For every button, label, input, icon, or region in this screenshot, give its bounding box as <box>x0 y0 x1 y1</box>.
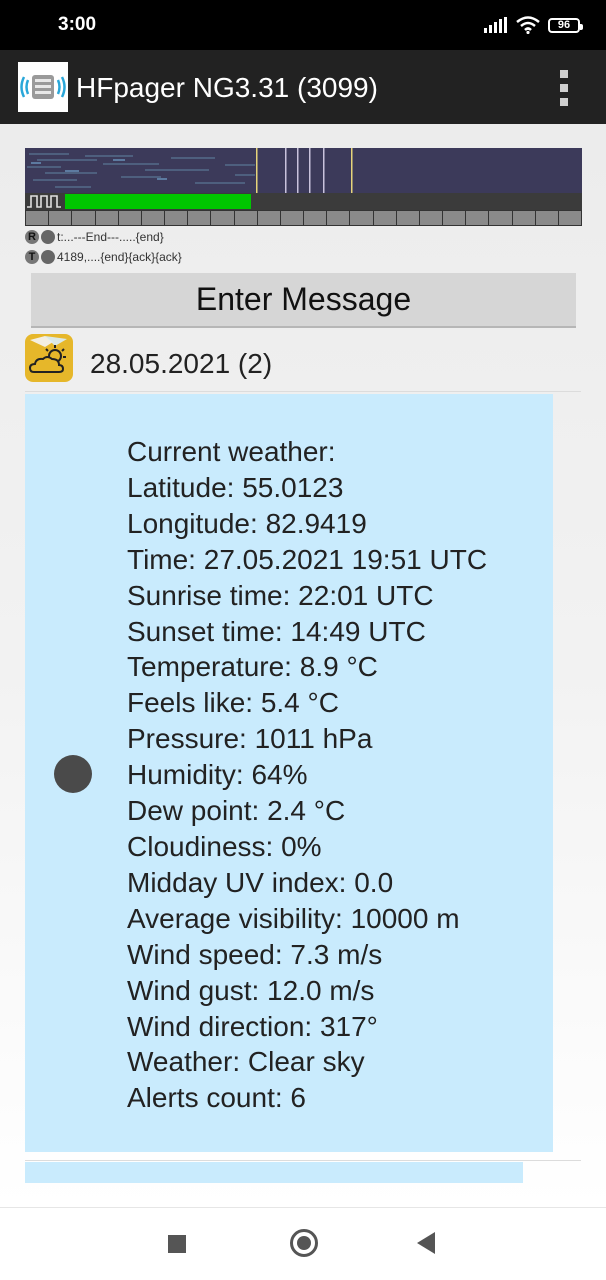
weather-line: Dew point: 2.4 °C <box>127 795 346 827</box>
enter-message-button[interactable]: Enter Message <box>31 273 576 328</box>
weather-line: Pressure: 1011 hPa <box>127 723 373 755</box>
navigation-bar <box>0 1207 606 1280</box>
weather-line: Alerts count: 6 <box>127 1082 306 1114</box>
recents-square-icon[interactable] <box>168 1235 186 1253</box>
message-status-dot <box>54 755 92 793</box>
back-triangle-icon[interactable] <box>417 1232 435 1254</box>
weather-line: Feels like: 5.4 °C <box>127 687 339 719</box>
waterfall-display <box>25 148 582 193</box>
weather-line: Average visibility: 10000 m <box>127 902 460 934</box>
status-icons: 96 <box>484 14 583 36</box>
home-circle-icon[interactable] <box>290 1229 318 1257</box>
rx-status-dot <box>41 230 55 244</box>
weather-line: Wind direction: 317° <box>127 1010 378 1042</box>
rx-log-line: R t:...---End---.....{end} <box>25 228 164 246</box>
status-bar: 3:00 96 <box>0 0 606 50</box>
rx-text: t:...---End---.....{end} <box>57 230 164 244</box>
weather-line: Wind speed: 7.3 m/s <box>127 938 383 970</box>
message-date: 28.05.2021 (2) <box>90 348 273 379</box>
weather-line: Cloudiness: 0% <box>127 830 322 862</box>
timeslot-scale <box>25 210 582 226</box>
app-title: HFpager NG3.31 (3099) <box>76 72 378 103</box>
divider <box>25 391 581 392</box>
weather-line: Time: 27.05.2021 19:51 UTC <box>127 543 488 575</box>
app-logo-icon <box>18 62 68 112</box>
pulse-waveform-icon <box>27 195 61 208</box>
weather-line: Sunrise time: 22:01 UTC <box>127 579 434 611</box>
signal-timeline <box>25 193 582 210</box>
weather-line: Midday UV index: 0.0 <box>127 866 394 898</box>
tx-status-dot <box>41 250 55 264</box>
weather-line: Temperature: 8.9 °C <box>127 651 378 683</box>
tx-log-line: T 4189,....{end}{ack}{ack} <box>25 248 182 266</box>
weather-cloud-sun-icon <box>25 334 73 382</box>
overflow-menu-icon[interactable] <box>556 70 572 106</box>
weather-line: Current weather: <box>127 436 336 467</box>
weather-report: Current weather: Latitude: 55.0123 Longi… <box>127 434 487 1116</box>
signal-icon <box>484 17 507 33</box>
tx-text: 4189,....{end}{ack}{ack} <box>57 250 182 264</box>
message-bubble[interactable]: Current weather: Latitude: 55.0123 Longi… <box>25 394 553 1152</box>
weather-line: Sunset time: 14:49 UTC <box>127 615 426 647</box>
weather-line: Humidity: 64% <box>127 759 308 791</box>
tx-indicator: T <box>25 250 39 264</box>
weather-line: Wind gust: 12.0 m/s <box>127 974 375 1006</box>
weather-line: Latitude: 55.0123 <box>127 471 344 503</box>
next-message-bubble[interactable] <box>25 1162 523 1183</box>
divider <box>25 1160 581 1161</box>
weather-line: Weather: Clear sky <box>127 1046 365 1078</box>
weather-line: Longitude: 82.9419 <box>127 507 367 539</box>
status-time: 3:00 <box>58 14 97 35</box>
battery-icon: 96 <box>548 17 583 33</box>
app-bar: HFpager NG3.31 (3099) <box>0 50 606 124</box>
rx-indicator: R <box>25 230 39 244</box>
main-content: R t:...---End---.....{end} T 4189,....{e… <box>0 124 606 1207</box>
wifi-icon <box>516 16 540 34</box>
message-header[interactable]: 28.05.2021 (2) <box>25 334 582 392</box>
signal-progress-fill <box>65 194 252 209</box>
